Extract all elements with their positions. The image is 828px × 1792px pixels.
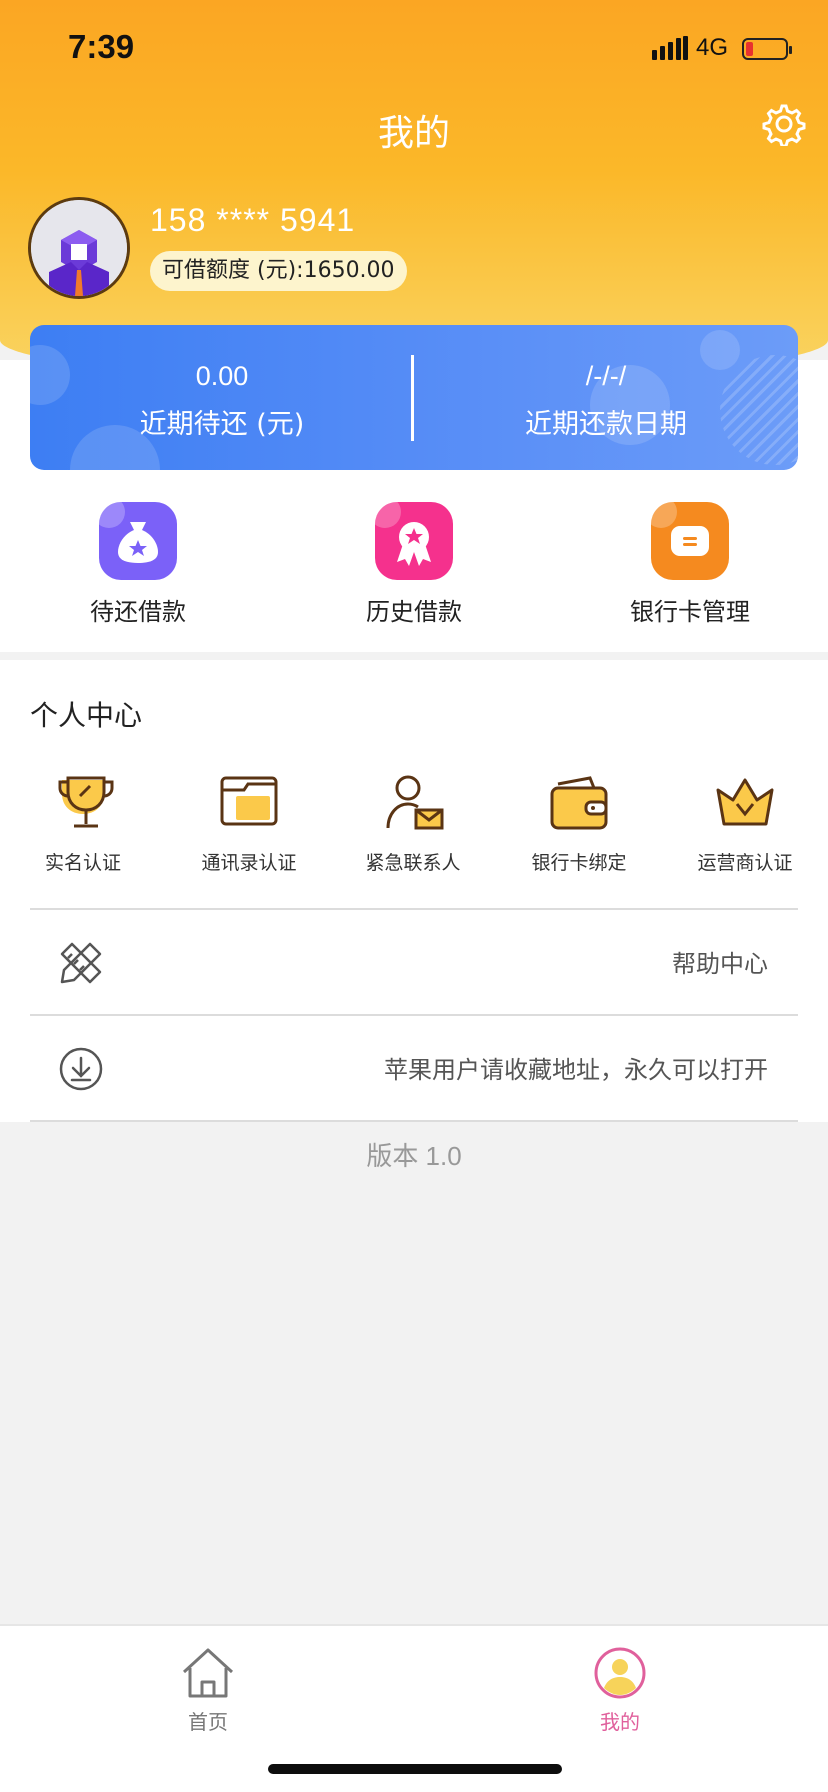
avatar[interactable] <box>28 197 130 299</box>
cert-label: 紧急联系人 <box>365 852 461 874</box>
money-bag-icon <box>99 502 177 580</box>
cert-label: 实名认证 <box>44 852 121 874</box>
pending-label: 近期待还 (元) <box>139 409 305 440</box>
trophy-icon <box>58 776 114 828</box>
quick-action-card-management[interactable]: 银行卡管理 <box>600 502 780 627</box>
menu-row-bookmark-address[interactable]: 苹果用户请收藏地址，永久可以打开 <box>30 1016 798 1120</box>
home-icon <box>182 1648 234 1698</box>
network-type: 4G <box>696 34 729 61</box>
user-phone: 158 **** 5941 <box>150 202 356 238</box>
personal-center-section: 个人中心 实名认证 通讯录认证 紧急联系人 银行卡绑定 运营商认证 帮助中心 苹… <box>0 660 828 1122</box>
quick-action-pending-loans[interactable]: 待还借款 <box>48 502 228 627</box>
pending-repayment[interactable]: 0.00 近期待还 (元) <box>30 361 414 441</box>
tab-label: 首页 <box>188 1710 228 1734</box>
due-date: /-/-/ <box>585 361 627 391</box>
menu-row-help-center[interactable]: 帮助中心 <box>30 910 798 1014</box>
cert-label: 银行卡绑定 <box>531 852 627 874</box>
avatar-illustration-icon <box>31 200 127 296</box>
tab-home[interactable]: 首页 <box>148 1646 268 1735</box>
menu-row-label: 苹果用户请收藏地址，永久可以打开 <box>384 1056 768 1084</box>
settings-gear-icon[interactable] <box>762 102 806 146</box>
cert-contacts[interactable]: 通讯录认证 <box>174 772 324 875</box>
cert-carrier[interactable]: 运营商认证 <box>670 772 820 875</box>
card-manage-icon <box>651 502 729 580</box>
cert-real-name[interactable]: 实名认证 <box>8 772 158 875</box>
user-profile-icon <box>594 1647 646 1699</box>
version-label: 版本 1.0 <box>366 1141 462 1171</box>
loan-summary-card: 0.00 近期待还 (元) /-/-/ 近期还款日期 <box>30 325 798 470</box>
battery-icon <box>742 38 792 60</box>
quick-action-label: 银行卡管理 <box>630 598 750 626</box>
credit-limit-badge: 可借额度 (元):1650.00 <box>150 251 407 291</box>
signal-icon <box>652 36 688 60</box>
due-date-label: 近期还款日期 <box>525 409 687 440</box>
cert-label: 通讯录认证 <box>201 852 297 874</box>
quick-action-history-loans[interactable]: 历史借款 <box>324 502 504 627</box>
cert-emergency-contact[interactable]: 紧急联系人 <box>338 772 488 875</box>
repayment-date[interactable]: /-/-/ 近期还款日期 <box>414 361 798 441</box>
home-indicator <box>268 1764 562 1774</box>
download-icon <box>59 1047 103 1091</box>
cert-bank-card[interactable]: 银行卡绑定 <box>504 772 654 875</box>
folder-icon <box>220 776 278 826</box>
award-ribbon-icon <box>375 502 453 580</box>
contact-mail-icon <box>386 775 444 830</box>
tab-label: 我的 <box>600 1710 640 1734</box>
pending-amount: 0.00 <box>195 361 249 391</box>
wallet-icon <box>550 776 608 830</box>
tab-mine[interactable]: 我的 <box>560 1646 680 1735</box>
crown-icon <box>716 778 774 826</box>
status-bar: 7:39 4G <box>0 0 828 96</box>
quick-action-label: 待还借款 <box>90 598 186 626</box>
status-time: 7:39 <box>68 28 135 65</box>
quick-action-label: 历史借款 <box>366 598 462 626</box>
menu-row-label: 帮助中心 <box>672 950 768 978</box>
pencil-ruler-icon <box>60 942 102 984</box>
divider <box>30 1120 798 1122</box>
cert-label: 运营商认证 <box>697 852 793 874</box>
section-title: 个人中心 <box>30 699 143 732</box>
page-title: 我的 <box>377 113 450 154</box>
